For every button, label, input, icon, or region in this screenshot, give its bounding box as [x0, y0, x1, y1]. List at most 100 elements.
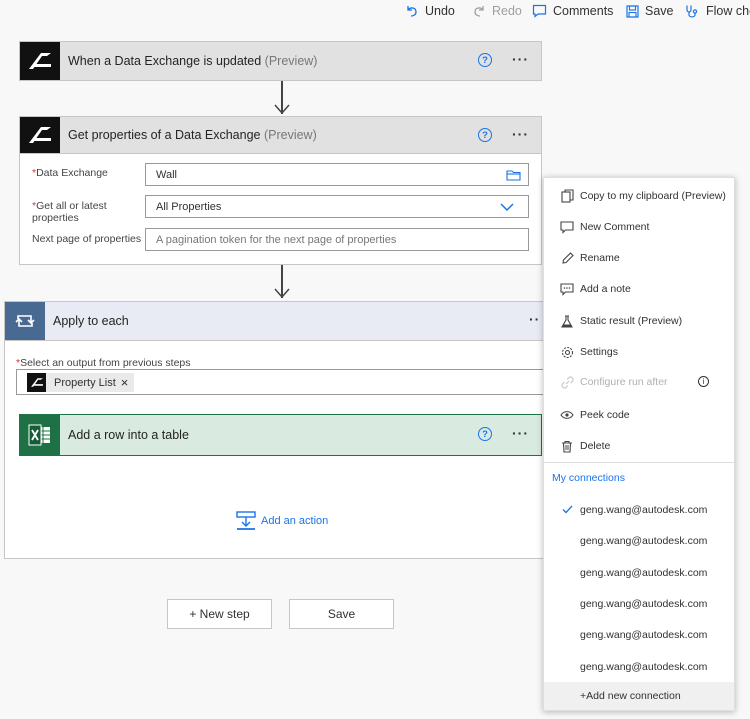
- redo-icon: [474, 6, 484, 17]
- flow-checker-button[interactable]: Flow che: [685, 2, 750, 20]
- menu-item-delete[interactable]: Delete: [544, 433, 734, 459]
- data-exchange-label: *Data Exchange: [32, 167, 108, 179]
- add-new-connection-button[interactable]: +Add new connection: [544, 682, 734, 710]
- menu-item-label: Peek code: [580, 409, 630, 421]
- all-or-latest-value: All Properties: [156, 200, 222, 213]
- add-action-label: Add an action: [261, 515, 329, 527]
- select-output-label: *Select an output from previous steps: [16, 357, 191, 369]
- connection-item[interactable]: geng.wang@autodesk.com: [580, 661, 707, 673]
- save-button[interactable]: Save: [289, 599, 394, 629]
- new-step-button[interactable]: + New step: [167, 599, 272, 629]
- help-icon[interactable]: ?: [478, 128, 492, 142]
- eye-icon: [560, 408, 574, 422]
- menu-item-new-comment[interactable]: New Comment: [544, 214, 734, 240]
- trigger-title: When a Data Exchange is updated (Preview…: [68, 54, 317, 68]
- autodesk-logo-icon: [27, 373, 46, 392]
- menu-item-add-note[interactable]: Add a note: [544, 276, 734, 302]
- connection-item-selected[interactable]: geng.wang@autodesk.com: [580, 504, 707, 516]
- pencil-icon: [560, 251, 574, 265]
- menu-item-label: Static result (Preview): [580, 315, 683, 327]
- add-row-card-header[interactable]: Add a row into a table ? ···: [19, 414, 542, 456]
- more-options-icon[interactable]: ···: [512, 425, 529, 441]
- add-row-title: Add a row into a table: [68, 428, 189, 442]
- save-toolbar-button[interactable]: Save: [626, 2, 674, 20]
- redo-label: Redo: [492, 4, 522, 18]
- stethoscope-icon: [686, 5, 698, 17]
- menu-item-copy[interactable]: Copy to my clipboard (Preview): [544, 183, 734, 209]
- excel-logo-icon: [20, 415, 60, 455]
- apply-to-each-header[interactable]: Apply to each ··: [4, 301, 544, 341]
- undo-button[interactable]: Undo: [405, 2, 455, 20]
- comment-icon: [560, 220, 574, 234]
- data-exchange-field[interactable]: Wall: [145, 163, 529, 186]
- menu-item-label: Settings: [580, 346, 618, 358]
- apply-to-each-title: Apply to each: [53, 314, 129, 328]
- link-icon: [560, 375, 574, 389]
- context-menu: Copy to my clipboard (Preview) New Comme…: [543, 177, 735, 711]
- menu-item-label: Add a note: [580, 283, 631, 295]
- more-options-icon[interactable]: ··: [529, 311, 540, 327]
- remove-token-icon[interactable]: ×: [121, 375, 129, 390]
- arrow-down-icon: [274, 104, 290, 115]
- gear-icon: [560, 345, 574, 359]
- info-icon[interactable]: i: [698, 376, 709, 387]
- connection-item[interactable]: geng.wang@autodesk.com: [580, 535, 707, 547]
- save-toolbar-label: Save: [645, 4, 674, 18]
- save-icon: [626, 4, 639, 18]
- copy-icon: [560, 189, 574, 203]
- command-bar: Undo Redo Comments Save Flow che: [0, 0, 750, 22]
- select-output-field[interactable]: Property List ×: [16, 369, 544, 395]
- connection-item[interactable]: geng.wang@autodesk.com: [580, 567, 707, 579]
- comments-button[interactable]: Comments: [532, 2, 613, 20]
- undo-label: Undo: [425, 4, 455, 18]
- get-properties-title-text: Get properties of a Data Exchange: [68, 128, 261, 142]
- connection-item[interactable]: geng.wang@autodesk.com: [580, 598, 707, 610]
- my-connections-header: My connections: [552, 472, 625, 484]
- chevron-down-icon: [500, 203, 514, 212]
- menu-item-label: Copy to my clipboard (Preview): [580, 190, 726, 202]
- redo-button[interactable]: Redo: [472, 2, 522, 20]
- menu-item-label: Delete: [580, 440, 611, 452]
- get-properties-title: Get properties of a Data Exchange (Previ…: [68, 128, 317, 142]
- comment-icon: [532, 4, 547, 18]
- add-new-connection-label: +Add new connection: [580, 690, 681, 702]
- token-label: Property List: [54, 376, 116, 389]
- menu-divider: [544, 462, 734, 463]
- add-action-link[interactable]: Add an action: [235, 511, 328, 531]
- autodesk-logo-icon: [20, 117, 60, 153]
- trash-icon: [560, 439, 574, 453]
- autodesk-logo-icon: [20, 42, 60, 80]
- checkmark-icon: [562, 505, 573, 514]
- all-or-latest-label: *Get all or latest properties: [32, 200, 107, 224]
- trigger-title-text: When a Data Exchange is updated: [68, 54, 262, 68]
- undo-icon: [407, 6, 417, 17]
- next-page-field[interactable]: A pagination token for the next page of …: [145, 228, 529, 251]
- trigger-card-header[interactable]: When a Data Exchange is updated (Preview…: [19, 41, 542, 81]
- more-options-icon[interactable]: ···: [512, 126, 529, 142]
- get-properties-preview-tag: (Preview): [263, 128, 317, 142]
- all-or-latest-select[interactable]: All Properties: [145, 195, 529, 218]
- menu-item-settings[interactable]: Settings: [544, 339, 734, 365]
- data-exchange-value: Wall: [156, 168, 177, 181]
- trigger-preview-tag: (Preview): [264, 54, 318, 68]
- menu-item-rename[interactable]: Rename: [544, 245, 734, 271]
- loop-icon: [5, 302, 45, 340]
- menu-item-peek-code[interactable]: Peek code: [544, 402, 734, 428]
- next-page-label: Next page of properties: [32, 233, 142, 245]
- connection-item[interactable]: geng.wang@autodesk.com: [580, 629, 707, 641]
- menu-item-configure-run-after[interactable]: Configure run after i: [544, 369, 734, 395]
- note-icon: [560, 282, 574, 296]
- more-options-icon[interactable]: ···: [512, 51, 529, 67]
- menu-item-label: Rename: [580, 252, 620, 264]
- help-icon[interactable]: ?: [478, 427, 492, 441]
- menu-item-label: Configure run after: [580, 376, 668, 388]
- property-list-token[interactable]: Property List ×: [27, 373, 135, 392]
- flask-icon: [560, 314, 574, 328]
- menu-item-static-result[interactable]: Static result (Preview): [544, 308, 734, 334]
- get-properties-card-header[interactable]: Get properties of a Data Exchange (Previ…: [19, 116, 542, 154]
- add-action-icon: [236, 511, 256, 530]
- comments-label: Comments: [553, 4, 614, 18]
- help-icon[interactable]: ?: [478, 53, 492, 67]
- folder-icon[interactable]: [506, 169, 521, 181]
- arrow-down-icon: [274, 288, 290, 299]
